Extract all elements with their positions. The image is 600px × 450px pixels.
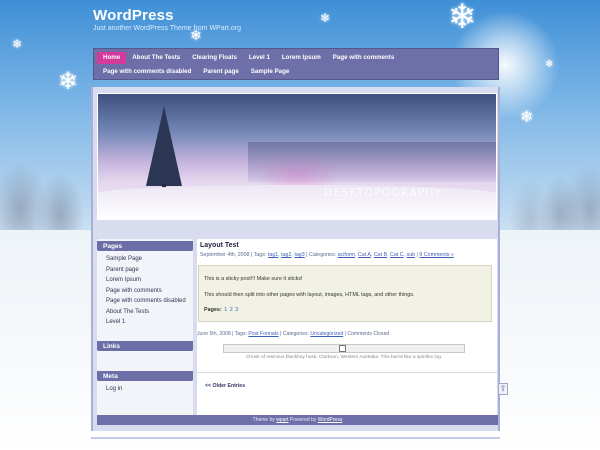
snowflake-icon: ❄ [320, 11, 331, 25]
image-caption: Chunk of resinous blackboy husk, Clarkso… [245, 355, 443, 360]
post-meta: September 4th, 2008 | Tags: tag1, tag2, … [200, 252, 454, 258]
nav-item-sample-page[interactable]: Sample Page [245, 66, 296, 78]
post2-categories-label: | Categories: [280, 331, 309, 337]
footer-theme-label: Theme by [252, 417, 275, 423]
nav-row-2: Page with comments disabled Parent page … [97, 65, 495, 79]
bottom-snow-border [91, 431, 500, 439]
nav-item-page-with-comments-disabled[interactable]: Page with comments disabled [97, 66, 197, 78]
sticky-post-box: This is a sticky post!!! Make sure it st… [198, 265, 492, 322]
site-description: Just another WordPress Theme from WPart.… [93, 25, 241, 32]
sticky-text-1: This is a sticky post!!! Make sure it st… [204, 276, 303, 282]
tag-link[interactable]: tag3 [294, 252, 304, 258]
sidebar-item-lorem-ipsum[interactable]: Lorem Ipsum [97, 275, 193, 286]
pages-list: Sample Page Parent page Lorem Ipsum Page… [97, 251, 193, 332]
nav-item-page-with-comments[interactable]: Page with comments [327, 52, 401, 64]
nav-item-level-1[interactable]: Level 1 [243, 52, 276, 64]
nav-item-clearing-floats[interactable]: Clearing Floats [186, 52, 243, 64]
site-title[interactable]: WordPress [93, 7, 174, 24]
image-icon [339, 345, 346, 352]
main-container: DESKTOPOGRAPHY Pages Sample Page Parent … [91, 87, 500, 431]
page-number-link[interactable]: 3 [235, 307, 238, 313]
snowflake-icon: ❄ [448, 0, 477, 36]
post-title[interactable]: Layout Test [200, 242, 239, 249]
footer: Theme by wpart Powered by WordPress [97, 415, 498, 425]
links-list [97, 350, 193, 369]
category-link[interactable]: aciform [338, 252, 355, 258]
footer-powered-label: Powered by [289, 417, 317, 423]
sidebar-item-page-with-comments[interactable]: Page with comments [97, 286, 193, 297]
header-image: DESKTOPOGRAPHY [97, 93, 497, 220]
widget-spacer [97, 331, 193, 339]
page-number-link[interactable]: 1 [224, 307, 227, 313]
main-navigation: Home About The Tests Clearing Floats Lev… [93, 48, 499, 80]
sidebar-item-about-the-tests[interactable]: About The Tests [97, 307, 193, 318]
tag-link[interactable]: tag2 [281, 252, 291, 258]
sidebar-item-log-in[interactable]: Log in [97, 384, 193, 395]
widget-title-meta: Meta [97, 368, 193, 381]
header-forest [248, 142, 496, 182]
divider [197, 372, 497, 373]
category-link[interactable]: sub [407, 252, 416, 258]
widget-title-pages: Pages [97, 239, 193, 251]
nav-item-home[interactable]: Home [97, 52, 127, 64]
post-pagination: Pages: 1 2 3 [204, 307, 238, 313]
post2-meta: June 5th, 2008 | Tags: Post Formats | Ca… [197, 331, 389, 337]
sticky-text-2: This should then split into other pages … [204, 292, 415, 298]
scroll-top-button[interactable]: ⇧ [498, 383, 508, 395]
sidebar: Pages Sample Page Parent page Lorem Ipsu… [97, 239, 193, 415]
snowflake-icon: ❄ [58, 68, 79, 95]
meta-list: Log in [97, 380, 193, 415]
category-link[interactable]: Uncategorized [310, 331, 343, 337]
wordpress-link[interactable]: WordPress [318, 417, 343, 423]
post2-date-tags-label: June 5th, 2008 | Tags: [197, 331, 247, 337]
comments-closed-text: | Comments Closed [344, 331, 390, 337]
nav-item-about-the-tests[interactable]: About The Tests [126, 52, 186, 64]
category-link[interactable]: Cat B [374, 252, 387, 258]
content-area: Layout Test September 4th, 2008 | Tags: … [197, 239, 497, 415]
pagination-label: Pages: [204, 307, 222, 313]
snowflake-icon: ❄ [545, 59, 554, 70]
header-pine-tree [146, 106, 182, 186]
page-number-link[interactable]: 2 [230, 307, 233, 313]
snowflake-icon: ❄ [520, 109, 534, 126]
image-placeholder[interactable] [223, 344, 465, 353]
categories-label: | Categories: [306, 252, 337, 258]
theme-author-link[interactable]: wpart [276, 417, 288, 423]
sidebar-item-page-with-comments-disabled[interactable]: Page with comments disabled [97, 296, 193, 307]
category-link[interactable]: Cat C [390, 252, 404, 258]
sidebar-item-parent-page[interactable]: Parent page [97, 265, 193, 276]
older-entries-link[interactable]: << Older Entries [205, 383, 245, 389]
nav-item-lorem-ipsum[interactable]: Lorem Ipsum [276, 52, 327, 64]
nav-item-parent-page[interactable]: Parent page [197, 66, 244, 78]
post-date-tags-label: September 4th, 2008 | Tags: [200, 252, 267, 258]
tag-link[interactable]: Post Formats [248, 331, 278, 337]
header-watermark: DESKTOPOGRAPHY [324, 186, 443, 199]
widget-title-links: Links [97, 338, 193, 351]
nav-row-1: Home About The Tests Clearing Floats Lev… [97, 51, 495, 65]
sidebar-item-sample-page[interactable]: Sample Page [97, 254, 193, 265]
comments-link[interactable]: 9 Comments » [419, 252, 453, 258]
tag-link[interactable]: tag1 [268, 252, 278, 258]
snowflake-icon: ❄ [12, 37, 23, 51]
category-link[interactable]: Cat A [358, 252, 371, 258]
arrow-up-icon: ⇧ [499, 384, 507, 393]
sidebar-item-level-1[interactable]: Level 1 [97, 317, 193, 328]
